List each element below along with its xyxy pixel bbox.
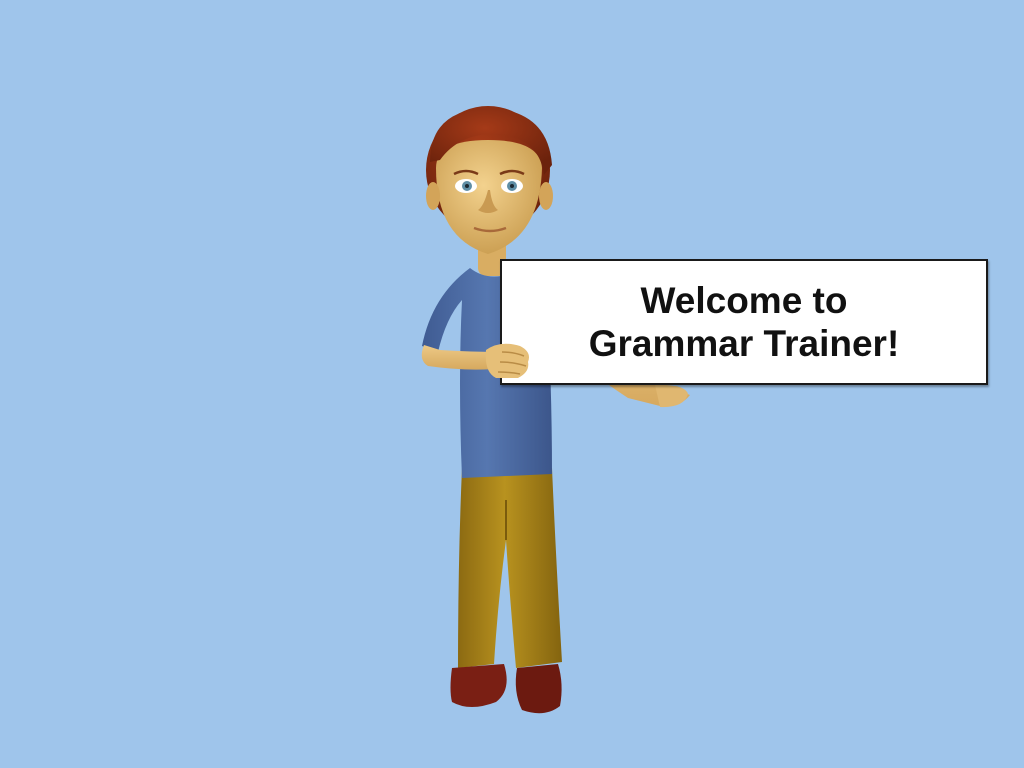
welcome-sign: Welcome to Grammar Trainer! [500, 259, 988, 385]
sign-line-2: Grammar Trainer! [588, 323, 900, 364]
sign-line-1: Welcome to [640, 280, 848, 321]
welcome-scene: Welcome to Grammar Trainer! [0, 0, 1024, 768]
